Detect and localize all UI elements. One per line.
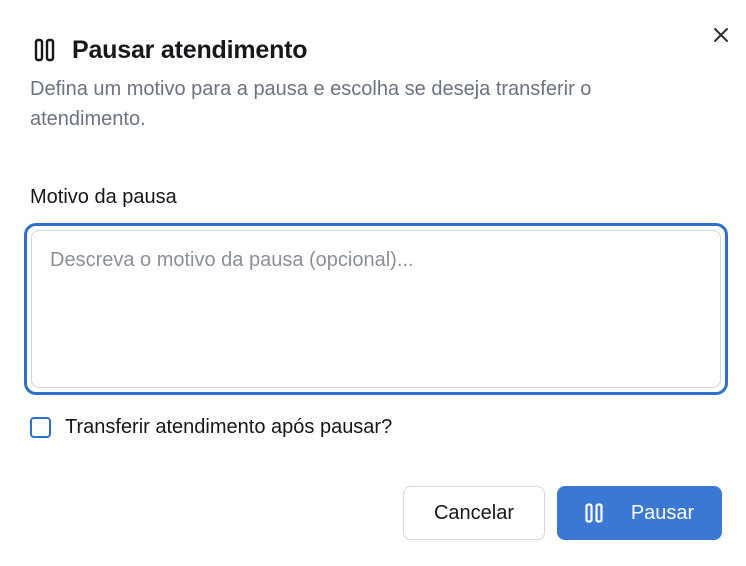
cancel-button-label: Cancelar (433, 501, 515, 524)
pause-button[interactable]: Pausar (557, 486, 722, 540)
pause-icon (585, 503, 603, 523)
transfer-checkbox-label: Transferir atendimento após pausar? (65, 415, 393, 438)
close-button[interactable] (710, 24, 732, 46)
transfer-checkbox[interactable] (30, 416, 51, 438)
cancel-button[interactable]: Cancelar (403, 486, 545, 540)
reason-label: Motivo da pausa (30, 186, 177, 208)
transfer-option[interactable]: Transferir atendimento após pausar? (30, 412, 392, 442)
reason-textarea[interactable] (31, 230, 721, 388)
close-icon (714, 28, 728, 42)
pause-button-label: Pausar (630, 501, 695, 524)
reason-field-focus-ring (24, 223, 728, 395)
dialog-title: Pausar atendimento (72, 35, 308, 64)
dialog-subtitle: Defina um motivo para a pausa e escolha … (30, 78, 592, 130)
pause-dialog: Pausar atendimento Defina um motivo para… (0, 0, 746, 566)
dialog-header: Pausar atendimento (34, 34, 308, 66)
pause-icon (34, 38, 56, 62)
